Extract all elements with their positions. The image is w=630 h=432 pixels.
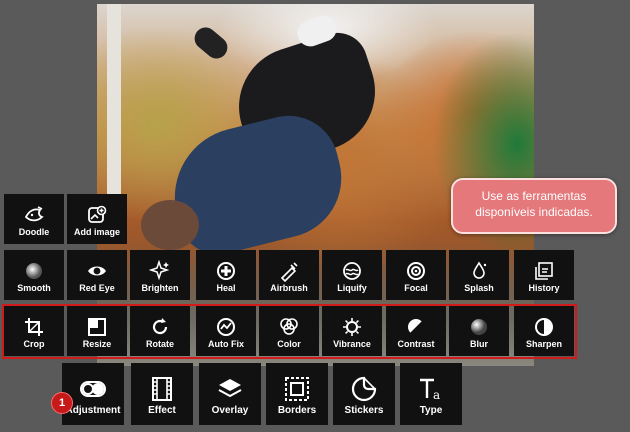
- tool-rotate[interactable]: Rotate: [130, 306, 190, 356]
- crop-icon: [23, 316, 45, 338]
- auto-fix-icon: [215, 316, 237, 338]
- eye-icon: [86, 260, 108, 282]
- category-effect[interactable]: Effect: [131, 363, 193, 425]
- category-stickers[interactable]: Stickers: [333, 363, 395, 425]
- target-icon: [405, 260, 427, 282]
- category-label: Type: [419, 405, 443, 416]
- tool-airbrush[interactable]: Airbrush: [259, 250, 319, 300]
- heal-icon: [215, 260, 237, 282]
- type-icon: a: [417, 375, 445, 403]
- tool-label: Sharpen: [525, 339, 562, 349]
- add-image-icon: [86, 204, 108, 226]
- tool-label: Heal: [216, 283, 236, 293]
- adjustment-toggle-icon: [79, 375, 107, 403]
- tool-label: Resize: [82, 339, 112, 349]
- tool-label: Smooth: [17, 283, 51, 293]
- tool-splash[interactable]: Splash: [449, 250, 509, 300]
- tool-smooth[interactable]: Smooth: [4, 250, 64, 300]
- photo-person-head: [141, 200, 199, 250]
- splash-icon: [468, 260, 490, 282]
- category-label: Stickers: [344, 405, 384, 416]
- tool-label: Rotate: [145, 339, 174, 349]
- tool-add-image[interactable]: Add image: [67, 194, 127, 244]
- tool-resize[interactable]: Resize: [67, 306, 127, 356]
- step-badge: 1: [51, 392, 73, 414]
- tool-blur[interactable]: Blur: [449, 306, 509, 356]
- tool-crop[interactable]: Crop: [4, 306, 64, 356]
- category-borders[interactable]: Borders: [266, 363, 328, 425]
- color-icon: [278, 316, 300, 338]
- blur-icon: [468, 316, 490, 338]
- instruction-callout: Use as ferramentas disponíveis indicadas…: [451, 178, 617, 234]
- category-overlay[interactable]: Overlay: [199, 363, 261, 425]
- tool-red-eye[interactable]: Red Eye: [67, 250, 127, 300]
- tool-sharpen[interactable]: Sharpen: [514, 306, 574, 356]
- tool-heal[interactable]: Heal: [196, 250, 256, 300]
- resize-icon: [86, 316, 108, 338]
- tool-auto-fix[interactable]: Auto Fix: [196, 306, 256, 356]
- tool-focal[interactable]: Focal: [386, 250, 446, 300]
- tool-label: Vibrance: [333, 339, 371, 349]
- border-frame-icon: [283, 375, 311, 403]
- category-type[interactable]: a Type: [400, 363, 462, 425]
- tool-vibrance[interactable]: Vibrance: [322, 306, 382, 356]
- tool-label: Splash: [464, 283, 494, 293]
- tool-label: Liquify: [337, 283, 367, 293]
- tool-label: History: [528, 283, 560, 293]
- doodle-icon: [23, 204, 45, 226]
- tool-label: Blur: [470, 339, 488, 349]
- liquify-icon: [341, 260, 363, 282]
- tool-label: Brighten: [141, 283, 179, 293]
- sharpen-icon: [533, 316, 555, 338]
- tool-label: Color: [277, 339, 301, 349]
- tool-label: Red Eye: [79, 283, 115, 293]
- callout-line-2: disponíveis indicadas.: [475, 205, 593, 219]
- tool-color[interactable]: Color: [259, 306, 319, 356]
- airbrush-icon: [278, 260, 300, 282]
- tool-label: Doodle: [18, 227, 50, 237]
- vibrance-icon: [341, 316, 363, 338]
- category-label: Effect: [148, 405, 176, 416]
- tool-label: Auto Fix: [208, 339, 244, 349]
- tool-label: Crop: [23, 339, 45, 349]
- film-icon: [148, 375, 176, 403]
- layers-icon: [216, 375, 244, 403]
- tool-label: Focal: [404, 283, 428, 293]
- contrast-icon: [405, 316, 427, 338]
- category-label: Borders: [277, 405, 317, 416]
- sparkle-icon: [149, 260, 171, 282]
- svg-text:a: a: [433, 388, 440, 402]
- sticker-icon: [350, 375, 378, 403]
- smooth-icon: [23, 260, 45, 282]
- tool-liquify[interactable]: Liquify: [322, 250, 382, 300]
- rotate-icon: [149, 316, 171, 338]
- category-label: Overlay: [211, 405, 249, 416]
- category-adjustment[interactable]: Adjustment: [62, 363, 124, 425]
- tool-label: Add image: [73, 227, 120, 237]
- tool-contrast[interactable]: Contrast: [386, 306, 446, 356]
- tool-label: Contrast: [397, 339, 435, 349]
- tool-brighten[interactable]: Brighten: [130, 250, 190, 300]
- tool-label: Airbrush: [270, 283, 308, 293]
- callout-line-1: Use as ferramentas: [481, 189, 587, 203]
- tool-doodle[interactable]: Doodle: [4, 194, 64, 244]
- history-icon: [533, 260, 555, 282]
- category-label: Adjustment: [65, 405, 121, 416]
- tool-history[interactable]: History: [514, 250, 574, 300]
